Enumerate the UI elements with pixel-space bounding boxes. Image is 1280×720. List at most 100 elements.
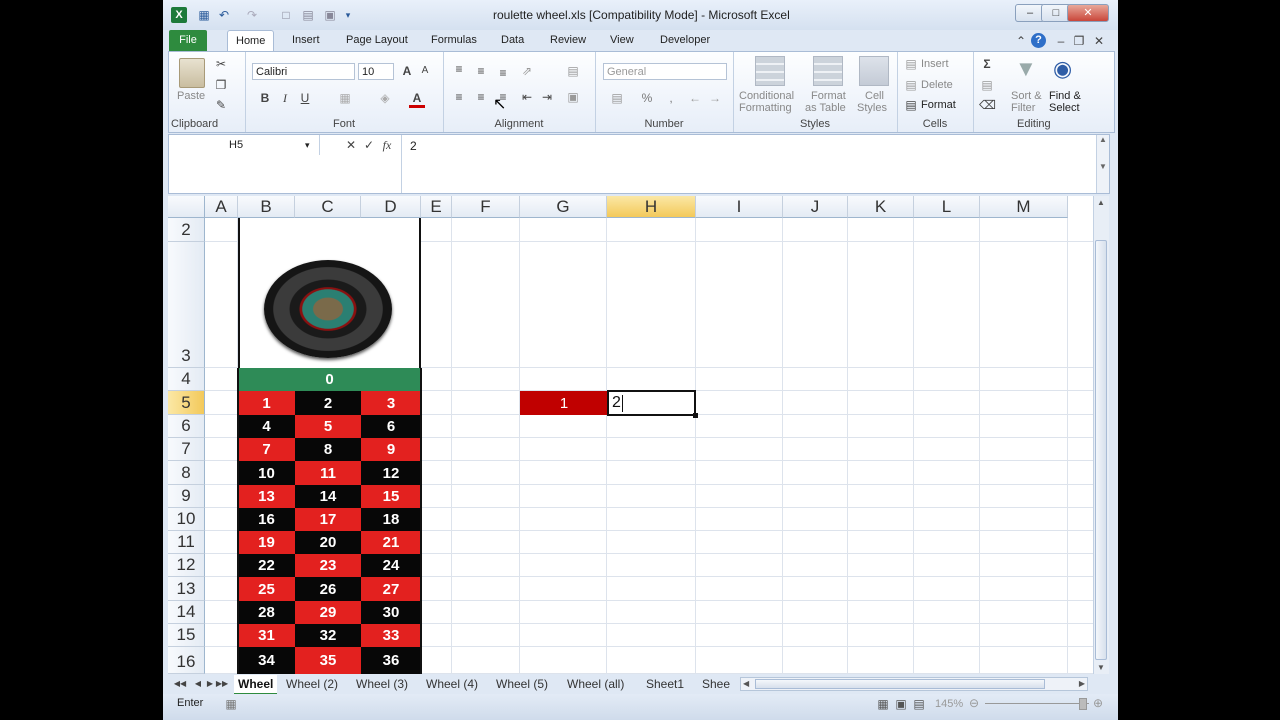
decrease-indent-icon[interactable]: ⇤ (519, 90, 535, 104)
row-header-10[interactable]: 10 (168, 508, 205, 531)
tab-file[interactable]: File (169, 30, 207, 52)
tab-formulas[interactable]: Formulas (423, 30, 485, 52)
confirm-entry-icon[interactable]: ✓ (361, 138, 377, 152)
vertical-scrollbar[interactable]: ▲ ▼ (1093, 196, 1109, 674)
worksheet-grid[interactable]: ABCDEFGHIJKLM 2 3 4 5 6 7 8 9 10 11 12 13 14 15 16 0 1… (168, 196, 1103, 674)
wheel-number-cell[interactable]: 6 (361, 415, 421, 438)
orientation-icon[interactable]: ⇗ (519, 64, 535, 78)
row-header-2[interactable]: 2 (168, 218, 205, 242)
sheet-tab[interactable]: Wheel (234, 675, 278, 695)
column-header-d[interactable]: D (361, 196, 421, 218)
zoom-slider-handle[interactable] (1079, 698, 1087, 710)
format-cells-icon[interactable]: ▤ (903, 98, 919, 112)
undo-icon[interactable]: ↶ (217, 8, 231, 22)
wheel-number-cell[interactable]: 17 (295, 508, 361, 531)
workbook-close-icon[interactable]: ✕ (1091, 34, 1107, 48)
horizontal-scrollbar[interactable]: ◀ ▶ (740, 677, 1088, 691)
tab-developer[interactable]: Developer (652, 30, 718, 52)
minimize-ribbon-icon[interactable]: ⌃ (1013, 34, 1029, 48)
wheel-number-cell[interactable]: 18 (361, 508, 421, 531)
wheel-number-cell[interactable]: 14 (295, 485, 361, 508)
hscroll-thumb[interactable] (755, 679, 1045, 689)
column-header-a[interactable]: A (205, 196, 238, 218)
cut-icon[interactable]: ✂ (213, 57, 229, 71)
conditional-formatting-icon[interactable] (755, 56, 785, 86)
grow-font-icon[interactable]: A (399, 64, 415, 78)
clear-icon[interactable]: ⌫ (979, 98, 996, 112)
find-select-button-2[interactable]: Select (1049, 102, 1080, 114)
wheel-number-cell[interactable]: 13 (238, 485, 295, 508)
last-sheet-icon[interactable]: ▶▶ (214, 677, 230, 691)
sheet-tab[interactable]: Sheet1 (642, 675, 688, 693)
column-header-l[interactable]: L (914, 196, 980, 218)
comma-button[interactable]: , (663, 91, 679, 105)
underline-button[interactable]: U (297, 91, 313, 105)
align-left-icon[interactable]: ≡ (451, 90, 467, 104)
increase-indent-icon[interactable]: ⇥ (539, 90, 555, 104)
paste-button[interactable]: Paste (177, 90, 205, 102)
number-format-select[interactable]: General (603, 63, 727, 80)
wrap-text-icon[interactable]: ▤ (565, 64, 581, 78)
sheet-tab[interactable]: Wheel (4) (422, 675, 482, 693)
wheel-number-cell[interactable]: 29 (295, 601, 361, 624)
column-header-m[interactable]: M (980, 196, 1068, 218)
wheel-number-cell[interactable]: 25 (238, 577, 295, 601)
normal-view-icon[interactable]: ▦ (875, 697, 891, 711)
percent-button[interactable]: % (639, 91, 655, 105)
cell-h5-active[interactable]: 2 (607, 390, 696, 416)
save-icon[interactable]: ▦ (197, 8, 211, 22)
format-painter-icon[interactable]: ✎ (213, 98, 229, 112)
row-header-9[interactable]: 9 (168, 485, 205, 508)
align-center-icon[interactable]: ≡ (473, 90, 489, 104)
redo-icon[interactable]: ↷ (245, 8, 259, 22)
wheel-number-cell[interactable]: 21 (361, 531, 421, 554)
roulette-wheel-image[interactable] (264, 260, 392, 358)
print-preview-icon[interactable]: □ (279, 8, 293, 22)
workbook-restore-icon[interactable]: ❐ (1071, 34, 1087, 48)
row-header-4[interactable]: 4 (168, 368, 205, 391)
row-header-12[interactable]: 12 (168, 554, 205, 577)
column-header-c[interactable]: C (295, 196, 361, 218)
sheet-tab[interactable]: Wheel (all) (563, 675, 628, 693)
column-header-j[interactable]: J (783, 196, 848, 218)
font-color-icon[interactable]: A (409, 91, 425, 108)
row-header-5[interactable]: 5 (168, 391, 205, 415)
row-header-16[interactable]: 16 (168, 647, 205, 674)
wheel-number-cell[interactable]: 2 (295, 391, 361, 415)
cell-g5[interactable]: 1 (520, 391, 608, 415)
wheel-number-cell[interactable]: 10 (238, 461, 295, 485)
zoom-level[interactable]: 145% (935, 698, 963, 710)
fill-handle[interactable] (693, 413, 698, 418)
column-header-g[interactable]: G (520, 196, 607, 218)
conditional-formatting-button-2[interactable]: Formatting (739, 102, 792, 114)
sheet-tab[interactable]: Wheel (3) (352, 675, 412, 693)
customize-toolbar-icon[interactable]: ▾ (341, 8, 355, 22)
row-header-13[interactable]: 13 (168, 577, 205, 601)
zoom-out-icon[interactable]: ⊖ (969, 696, 979, 710)
row-header-3[interactable]: 3 (168, 242, 205, 368)
sort-filter-button-2[interactable]: Filter (1011, 102, 1035, 114)
first-sheet-icon[interactable]: ◀◀ (172, 677, 188, 691)
cell-styles-button-2[interactable]: Styles (857, 102, 887, 114)
wheel-number-cell[interactable]: 35 (295, 647, 361, 674)
insert-cells-button[interactable]: Insert (921, 58, 949, 70)
insert-function-button[interactable]: fx (379, 138, 395, 152)
tab-view[interactable]: View (602, 30, 642, 52)
format-cells-button[interactable]: Format (921, 99, 956, 111)
wheel-number-cell[interactable]: 16 (238, 508, 295, 531)
cell-styles-icon[interactable] (859, 56, 889, 86)
conditional-formatting-button-1[interactable]: Conditional (739, 90, 794, 102)
wheel-number-cell[interactable]: 5 (295, 415, 361, 438)
fill-icon[interactable]: ▤ (979, 78, 995, 92)
wheel-number-cell[interactable]: 32 (295, 624, 361, 647)
insert-cells-icon[interactable]: ▤ (903, 57, 919, 71)
increase-decimal-icon[interactable]: ← (687, 91, 703, 105)
zoom-in-icon[interactable]: ⊕ (1093, 696, 1103, 710)
page-layout-view-icon[interactable]: ▣ (893, 697, 909, 711)
row-header-14[interactable]: 14 (168, 601, 205, 624)
merge-center-icon[interactable]: ▣ (565, 90, 581, 104)
sort-filter-button-1[interactable]: Sort & (1011, 90, 1042, 102)
scroll-thumb[interactable] (1095, 240, 1107, 660)
scroll-right-icon[interactable]: ▶ (1079, 679, 1085, 688)
align-middle-icon[interactable]: ≡ (473, 64, 489, 78)
